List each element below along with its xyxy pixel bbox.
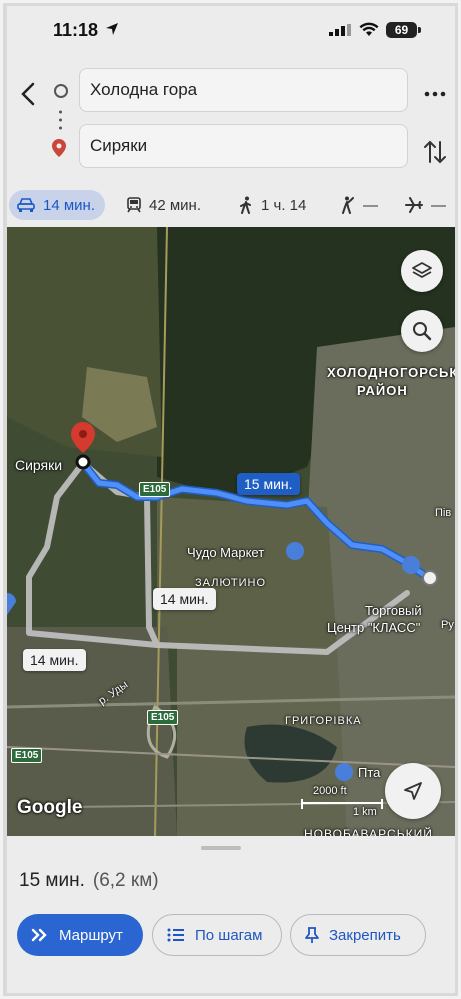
search-button[interactable] <box>401 310 443 352</box>
pin-label: Закрепить <box>329 926 401 944</box>
status-bar: 11:18 69 <box>7 6 455 56</box>
tab-transit-label: 42 мин. <box>149 196 201 214</box>
district-label-line2: РАЙОН <box>357 383 408 398</box>
road-shield-e105: E105 <box>11 748 43 763</box>
district-label-line1: ХОЛОДНОГОРСЬКИЙ <box>327 365 455 380</box>
poi-ptah[interactable]: Пта <box>358 765 380 780</box>
cellular-signal-icon <box>329 24 351 36</box>
walk-icon <box>240 196 251 214</box>
steps-button[interactable]: По шагам <box>152 914 282 956</box>
destination-pin-icon <box>52 139 66 157</box>
pin-button[interactable]: Закрепить <box>290 914 426 956</box>
tab-transit[interactable]: 42 мин. <box>127 190 201 220</box>
satellite-imagery <box>7 227 455 836</box>
route-time-alt[interactable]: 14 мин. <box>153 588 216 610</box>
layers-button[interactable] <box>401 250 443 292</box>
my-location-button[interactable] <box>385 763 441 819</box>
train-icon <box>127 197 141 213</box>
google-logo: Google <box>17 797 83 818</box>
poi-chudo-market[interactable]: Чудо Маркет <box>187 545 264 560</box>
pin-icon <box>305 927 319 943</box>
route-time-alt[interactable]: 14 мин. <box>23 649 86 671</box>
rideshare-icon <box>342 196 354 214</box>
road-shield-e105: E105 <box>139 482 171 497</box>
battery-nub <box>418 27 421 33</box>
location-arrow-icon <box>106 23 118 35</box>
battery-indicator: 69 <box>386 22 417 38</box>
place-label-hryhorivka: ГРИГОРІВКА <box>285 715 362 727</box>
wifi-icon <box>359 22 379 36</box>
tab-driving-label: 14 мин. <box>43 196 95 214</box>
road-shield-e105: E105 <box>147 710 179 725</box>
destination-field[interactable]: Сиряки <box>79 124 408 168</box>
route-time-primary[interactable]: 15 мин. <box>237 473 300 495</box>
layers-icon <box>412 262 432 278</box>
back-arrow-icon[interactable] <box>13 74 45 114</box>
start-route-label: Маршрут <box>59 926 123 944</box>
place-label-ru: Ру <box>441 619 454 631</box>
tab-walking-label: 1 ч. 14 <box>261 196 307 214</box>
tab-flight[interactable]: — <box>405 190 446 220</box>
origin-dot-icon <box>54 84 68 98</box>
list-icon <box>167 928 184 942</box>
swap-directions-icon[interactable] <box>421 134 449 170</box>
tab-flight-label: — <box>431 196 446 214</box>
place-label-piv: Пів <box>435 507 452 519</box>
route-dots-icon <box>59 110 62 130</box>
tab-rideshare-label: — <box>363 196 378 214</box>
sheet-drag-handle[interactable] <box>201 846 241 850</box>
origin-field[interactable]: Холодна гора <box>79 68 408 112</box>
route-duration: 15 мин. <box>19 870 85 891</box>
tab-walking[interactable]: 1 ч. 14 <box>239 190 306 220</box>
place-label-novobavarsky: НОВОБАВАРСЬКИЙ <box>304 827 433 836</box>
scale-label: 2000 ft <box>313 785 347 797</box>
navigation-arrow-icon <box>404 782 422 800</box>
start-route-button[interactable]: Маршрут <box>17 914 143 956</box>
tab-rideshare[interactable]: — <box>339 190 378 220</box>
status-time: 11:18 <box>53 20 99 40</box>
more-options-icon[interactable] <box>421 74 449 114</box>
map-view[interactable]: Сиряки ХОЛОДНОГОРСЬКИЙ РАЙОН Чудо Маркет… <box>7 227 455 836</box>
travel-mode-tabs: 14 мин. 42 мин. 1 ч. 14 — — <box>7 188 455 228</box>
plane-icon <box>405 197 423 213</box>
phone-screen: 11:18 69 Холодна гора Сиряки 14 мин. 42 … <box>7 6 455 993</box>
car-icon <box>17 198 35 212</box>
route-summary: 15 мин. (6,2 км) <box>19 870 159 892</box>
poi-mall-line1[interactable]: Торговый <box>365 603 422 618</box>
search-icon <box>413 322 432 341</box>
route-distance: (6,2 км) <box>92 870 159 891</box>
steps-label: По шагам <box>195 926 263 944</box>
tab-driving[interactable]: 14 мин. <box>9 190 105 220</box>
scale-label-metric: 1 km <box>353 806 377 818</box>
route-bottom-sheet: 15 мин. (6,2 км) Маршрут По шагам Закрепи… <box>7 836 455 993</box>
poi-mall-line2[interactable]: Центр "КЛАСС" <box>327 620 420 635</box>
place-label-siryaky[interactable]: Сиряки <box>15 457 62 473</box>
double-chevron-icon <box>31 928 47 942</box>
